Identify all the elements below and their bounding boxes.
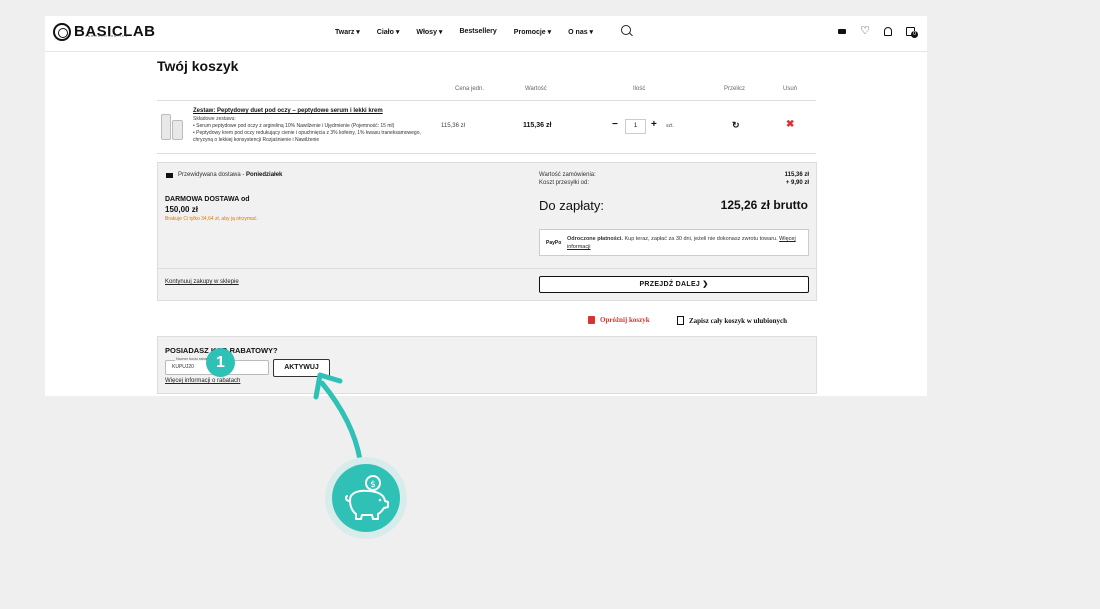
qty-unit: szt. bbox=[666, 123, 674, 129]
document-icon bbox=[677, 316, 684, 325]
product-components: • Serum peptydowe pod oczy z argireliną … bbox=[193, 123, 433, 144]
expected-delivery: Przewidywana dostawa - Poniedziałek bbox=[178, 172, 283, 178]
cart-count-badge: 0 bbox=[911, 30, 918, 38]
component-1: • Serum peptydowe pod oczy z argireliną … bbox=[193, 123, 395, 129]
col-remove: Usuń bbox=[783, 86, 798, 92]
product-image[interactable] bbox=[159, 112, 185, 140]
col-value: Wartość bbox=[525, 86, 547, 92]
annotation-arrow bbox=[313, 372, 363, 463]
nav-item-o-nas[interactable]: O nas ▾ bbox=[568, 28, 593, 36]
header-icons: ♡ 0 bbox=[838, 26, 918, 38]
remove-icon[interactable]: ✖ bbox=[786, 119, 794, 130]
table-header-divider bbox=[157, 100, 816, 101]
qty-input[interactable]: 1 bbox=[625, 119, 646, 134]
shipping-row: Koszt przesyłki od: + 9,90 zł bbox=[539, 180, 809, 186]
search-icon[interactable] bbox=[621, 25, 631, 35]
free-shipping-title: DARMOWA DOSTAWA od bbox=[165, 196, 250, 203]
pay-total: 125,26 zł brutto bbox=[720, 198, 808, 212]
row-divider bbox=[157, 153, 816, 154]
empty-cart-button[interactable]: Opróżnij koszyk bbox=[588, 316, 650, 324]
summary-divider bbox=[158, 268, 816, 269]
save-cart-label: Zapisz cały koszyk w ulubionych bbox=[689, 316, 788, 325]
bag-icon[interactable]: 0 bbox=[906, 26, 918, 38]
product-subtitle: Składowe zestawu: bbox=[193, 116, 236, 122]
step-number-badge: 1 bbox=[206, 348, 235, 377]
trash-icon bbox=[588, 316, 595, 324]
page-title: Twój koszyk bbox=[157, 58, 239, 74]
order-summary: Przewidywana dostawa - Poniedziałek DARM… bbox=[157, 162, 817, 301]
recalc-icon[interactable]: ↻ bbox=[732, 120, 740, 131]
coupon-section: POSIADASZ KOD RABATOWY? KUPUJ20 Numer ko… bbox=[157, 336, 817, 394]
nav-item-wlosy[interactable]: Włosy ▾ bbox=[416, 28, 442, 36]
nav-item-bestsellery[interactable]: Bestsellery bbox=[459, 28, 496, 36]
paypo-text: Odroczone płatności. Kup teraz, zapłać z… bbox=[567, 236, 796, 250]
save-cart-button[interactable]: Zapisz cały koszyk w ulubionych bbox=[677, 316, 787, 325]
paypo-logo: PayPo bbox=[546, 240, 562, 246]
main-nav: Twarz ▾ Ciało ▾ Włosy ▾ Bestsellery Prom… bbox=[335, 28, 593, 36]
logo-mark-icon bbox=[53, 23, 71, 41]
col-qty: Ilość bbox=[633, 86, 646, 92]
piggy-bank-icon: $ bbox=[345, 475, 389, 520]
col-unit-price: Cena jedn. bbox=[455, 86, 485, 92]
col-recalc: Przelicz bbox=[724, 86, 746, 92]
brand-logo[interactable]: BASICLAB bbox=[53, 23, 156, 41]
unit-price: 115,36 zł bbox=[441, 123, 465, 129]
shop-page: BASICLAB DERMOCOSMETICS Twarz ▾ Ciało ▾ … bbox=[45, 16, 927, 396]
delivery-truck-icon bbox=[166, 173, 173, 178]
svg-text:$: $ bbox=[370, 480, 376, 490]
nav-item-twarz[interactable]: Twarz ▾ bbox=[335, 28, 360, 36]
empty-cart-label: Opróżnij koszyk bbox=[600, 316, 650, 324]
nav-item-promocje[interactable]: Promocje ▾ bbox=[514, 28, 551, 36]
free-shipping-missing: Brakuje Ci tylko 34,64 zł, aby ją otrzym… bbox=[165, 216, 258, 222]
user-icon[interactable] bbox=[884, 26, 892, 36]
qty-increase-button[interactable]: + bbox=[651, 120, 657, 130]
truck-icon[interactable] bbox=[838, 28, 847, 34]
site-header: BASICLAB DERMOCOSMETICS Twarz ▾ Ciało ▾ … bbox=[45, 16, 927, 52]
row-value: 115,36 zł bbox=[523, 122, 552, 129]
next-step-button[interactable]: PRZEJDŹ DALEJ ❯ bbox=[539, 276, 809, 293]
continue-shopping-link[interactable]: Kontynuuj zakupy w sklepie bbox=[165, 279, 239, 285]
free-shipping-amount: 150,00 zł bbox=[165, 205, 198, 214]
product-name-link[interactable]: Zestaw: Peptydowy duet pod oczy – peptyd… bbox=[193, 108, 383, 114]
heart-icon[interactable]: ♡ bbox=[860, 26, 870, 37]
nav-item-cialo[interactable]: Ciało ▾ bbox=[377, 28, 400, 36]
pay-label: Do zapłaty: bbox=[539, 198, 605, 213]
component-2: • Peptydowy krem pod oczy redukujący cie… bbox=[193, 130, 421, 143]
qty-decrease-button[interactable]: − bbox=[612, 120, 618, 130]
delivery-day: Poniedziałek bbox=[246, 172, 283, 178]
order-value-row: Wartość zamówienia: 115,36 zł bbox=[539, 172, 809, 178]
brand-sub: DERMOCOSMETICS bbox=[85, 34, 129, 38]
paypo-box: PayPo Odroczone płatności. Kup teraz, za… bbox=[539, 229, 809, 256]
coupon-info-link[interactable]: Więcej informacji o rabatach bbox=[165, 378, 240, 384]
